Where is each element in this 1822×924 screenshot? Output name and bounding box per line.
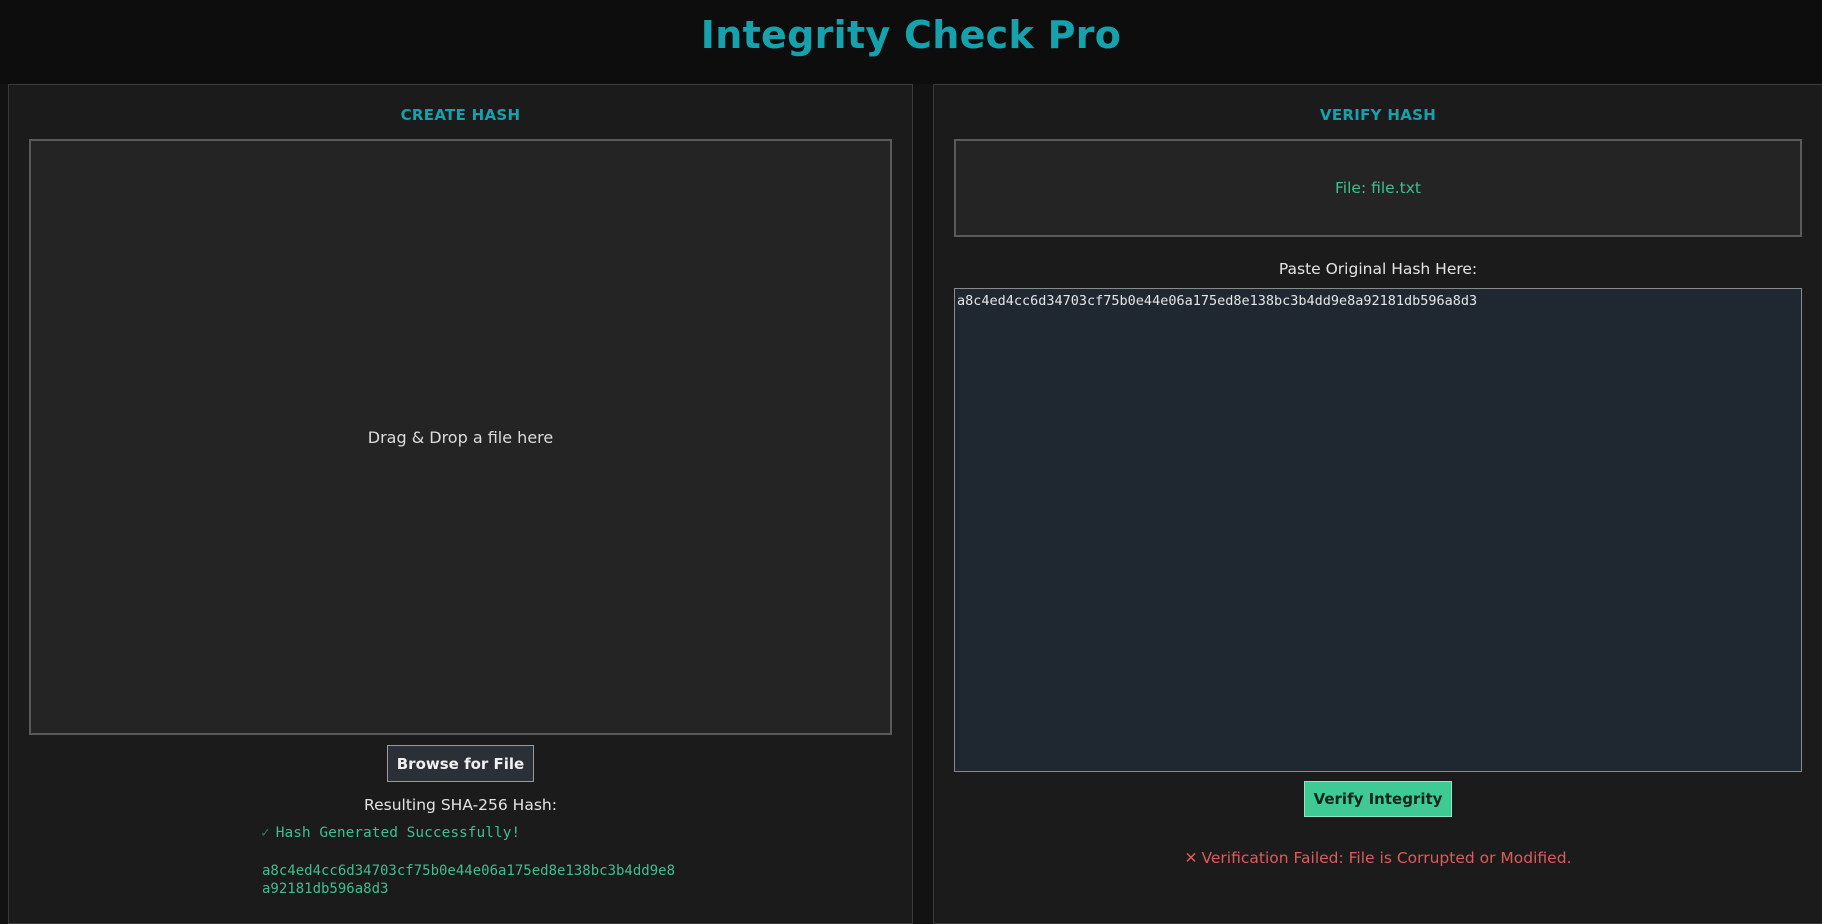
create-hash-panel: CREATE HASH Drag & Drop a file here Brow… (8, 84, 913, 924)
result-hash-label: Resulting SHA-256 Hash: (364, 796, 557, 814)
dropzone-text: Drag & Drop a file here (367, 427, 554, 447)
generated-hash-output[interactable]: a8c4ed4cc6d34703cf75b0e44e06a175ed8e138b… (262, 862, 682, 898)
verify-integrity-button[interactable]: Verify Integrity (1304, 781, 1452, 817)
selected-file-name: File: file.txt (1335, 179, 1421, 197)
paste-hash-label: Paste Original Hash Here: (1278, 260, 1478, 278)
hash-success-text: Hash Generated Successfully! (275, 825, 521, 841)
verification-status-text: Verification Failed: File is Corrupted o… (1201, 849, 1572, 867)
create-hash-title: CREATE HASH (400, 106, 521, 124)
check-icon: ✓ (261, 825, 270, 841)
app-title: Integrity Check Pro (700, 13, 1122, 57)
verification-status: ✕ Verification Failed: File is Corrupted … (934, 849, 1822, 867)
browse-file-button[interactable]: Browse for File (387, 745, 534, 782)
file-dropzone[interactable]: Drag & Drop a file here (29, 139, 892, 735)
selected-file-box[interactable]: File: file.txt (954, 139, 1802, 237)
original-hash-input[interactable]: a8c4ed4cc6d34703cf75b0e44e06a175ed8e138b… (954, 288, 1802, 772)
hash-success-message: ✓ Hash Generated Successfully! (261, 825, 520, 841)
app-header: Integrity Check Pro (0, 0, 1822, 84)
verify-hash-panel: VERIFY HASH File: file.txt Paste Origina… (933, 84, 1822, 924)
verify-hash-title: VERIFY HASH (1319, 106, 1437, 124)
close-icon: ✕ (1184, 849, 1198, 867)
